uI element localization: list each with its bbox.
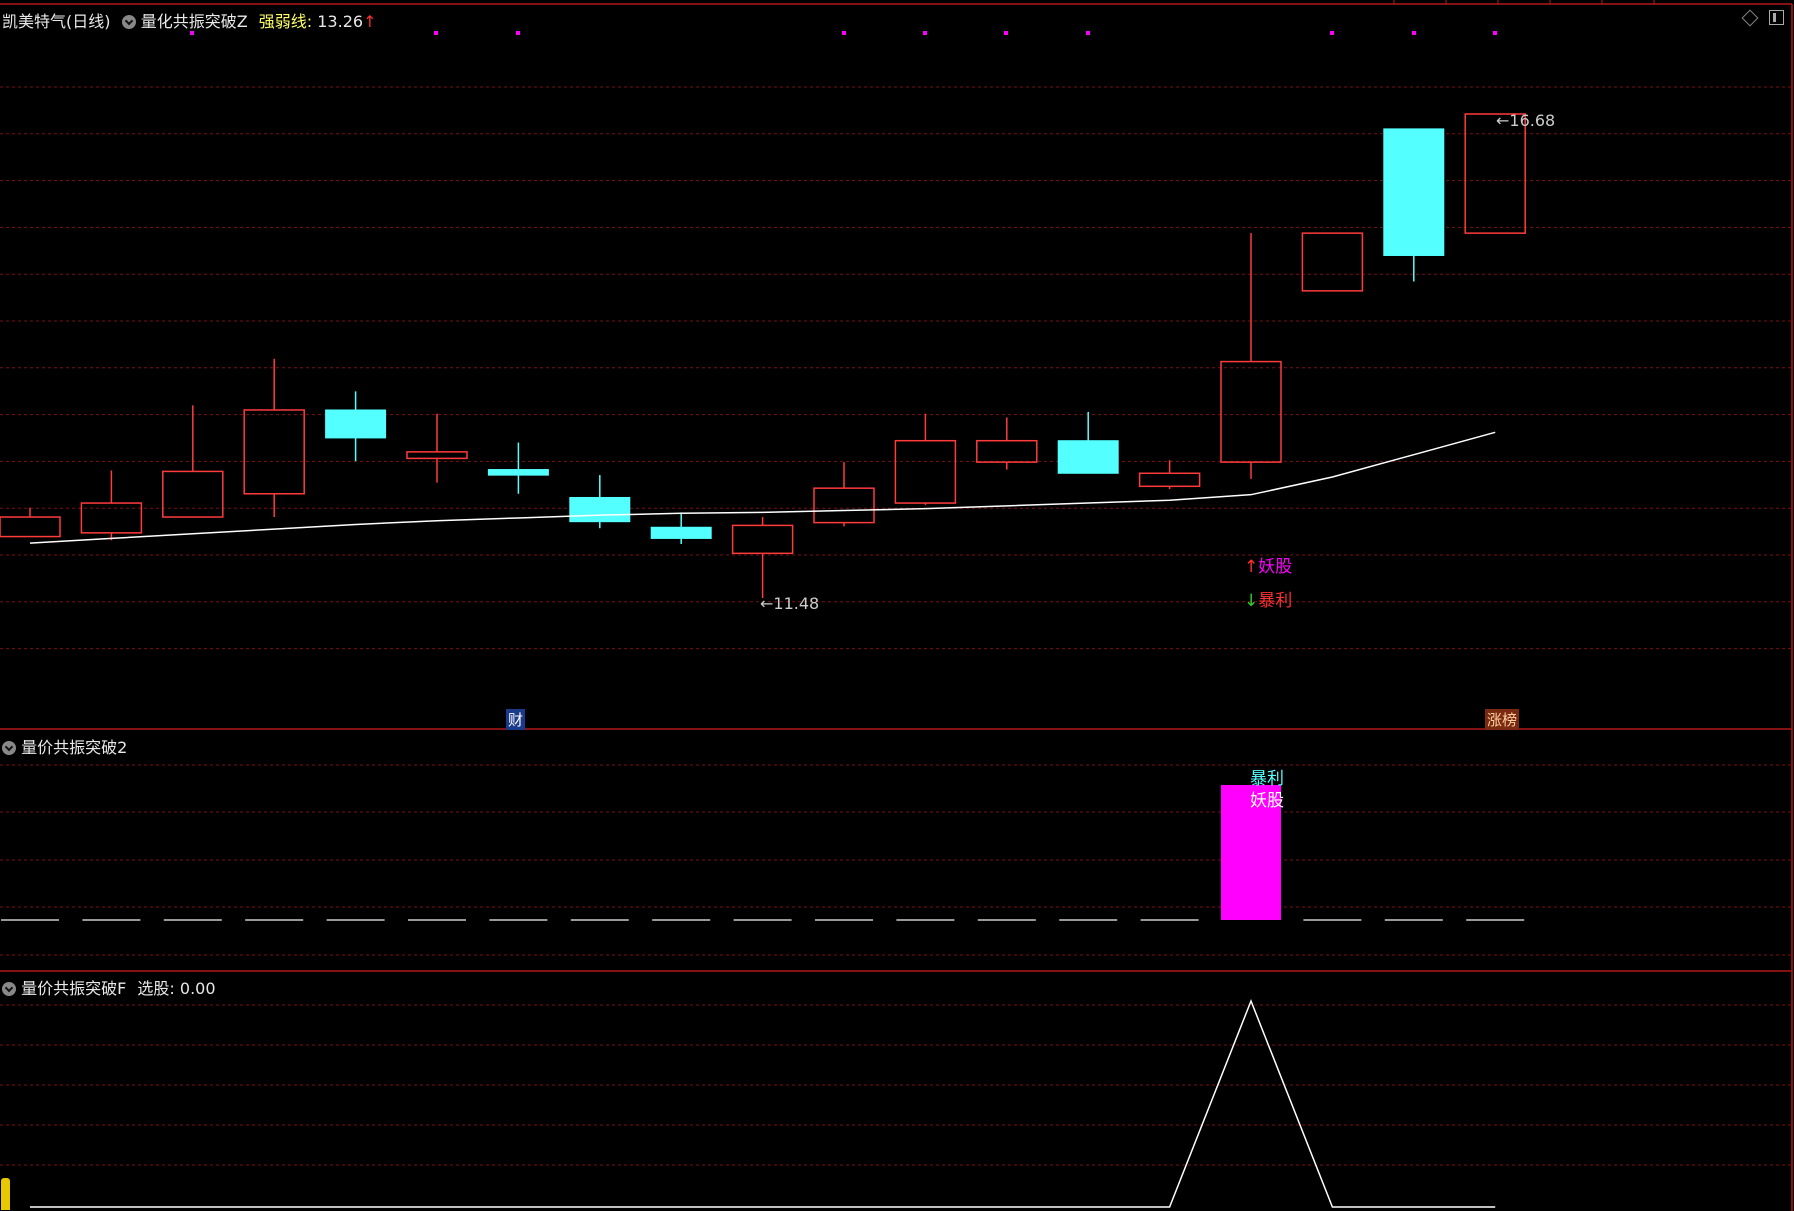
dropdown-icon[interactable] (121, 15, 136, 29)
candle-body-down (487, 469, 549, 476)
panel2-dropdown-icon[interactable] (2, 741, 16, 755)
panel2-header: 量价共振突破2 (2, 734, 127, 758)
candle-body-up (731, 524, 794, 555)
red-up-arrow-icon: ↑ (1244, 557, 1259, 577)
signal-dot (1086, 31, 1090, 35)
candle-body-up (162, 470, 224, 518)
candle-body-down (1057, 440, 1119, 474)
up-arrow-icon: ↑ (363, 12, 377, 31)
signal-up-text: 妖股 (1258, 557, 1293, 577)
strength-line (29, 431, 1496, 544)
candle-body-down (1383, 128, 1445, 256)
candle-body-up (406, 451, 468, 460)
line-value: 13.26 (317, 12, 364, 31)
candle-body-down (569, 496, 631, 523)
candle-body-up (813, 487, 875, 524)
candle-body-up (0, 516, 61, 538)
chart-canvas (0, 0, 1793, 1211)
signal-dot (1412, 31, 1416, 35)
finance-badge[interactable]: 财 (506, 709, 526, 730)
panel-toggle-icon[interactable] (1769, 10, 1784, 25)
panel3-label: 选股: (137, 979, 175, 998)
candle-body-up (243, 409, 305, 495)
green-down-arrow-icon: ↓ (1244, 591, 1259, 611)
signal-dot (516, 31, 520, 35)
panel2-title[interactable]: 量价共振突破2 (21, 738, 127, 757)
panel3-title[interactable]: 量价共振突破F (21, 979, 126, 998)
signal-dot (842, 31, 846, 35)
limit-up-badge[interactable]: 涨榜 (1485, 709, 1520, 730)
signal-dot (1004, 31, 1008, 35)
candle-body-up (1220, 360, 1282, 463)
candle-body-up (894, 439, 957, 504)
candle-body-up (1301, 232, 1364, 292)
candle-body-up (1138, 472, 1201, 488)
signal-down-text: 暴利 (1258, 591, 1293, 611)
line-label: 强弱线: (258, 12, 313, 31)
header-bar: 凯美特气(日线) 量化共振突破Z 强弱线: 13.26↑ (2, 8, 376, 32)
panel2-signal-bottom: 妖股 (1250, 791, 1284, 811)
panel3-value: 0.00 (179, 979, 216, 998)
signal-up-label: ↑妖股 (1244, 552, 1292, 577)
selection-line (30, 998, 1496, 1208)
candle-body-up (80, 502, 143, 534)
stock-name[interactable]: 凯美特气(日线) (2, 12, 111, 31)
panel3-header: 量价共振突破F 选股: 0.00 (2, 975, 216, 999)
candle-body-down (650, 526, 712, 539)
signal-dot (923, 31, 927, 35)
signal-dot (1493, 31, 1497, 35)
candle-body-down (325, 409, 387, 439)
candle-body-up (1464, 113, 1526, 234)
signal-dot (1330, 31, 1334, 35)
signal-down-label: ↓暴利 (1244, 586, 1292, 611)
candle-body-up (976, 439, 1038, 463)
scroll-handle[interactable] (1, 1178, 10, 1210)
low-price-label: ←11.48 (760, 594, 820, 613)
indicator-name[interactable]: 量化共振突破Z (141, 12, 248, 31)
panel3-dropdown-icon[interactable] (2, 982, 16, 996)
high-price-label: ←16.68 (1496, 111, 1556, 130)
signal-dot (434, 31, 438, 35)
